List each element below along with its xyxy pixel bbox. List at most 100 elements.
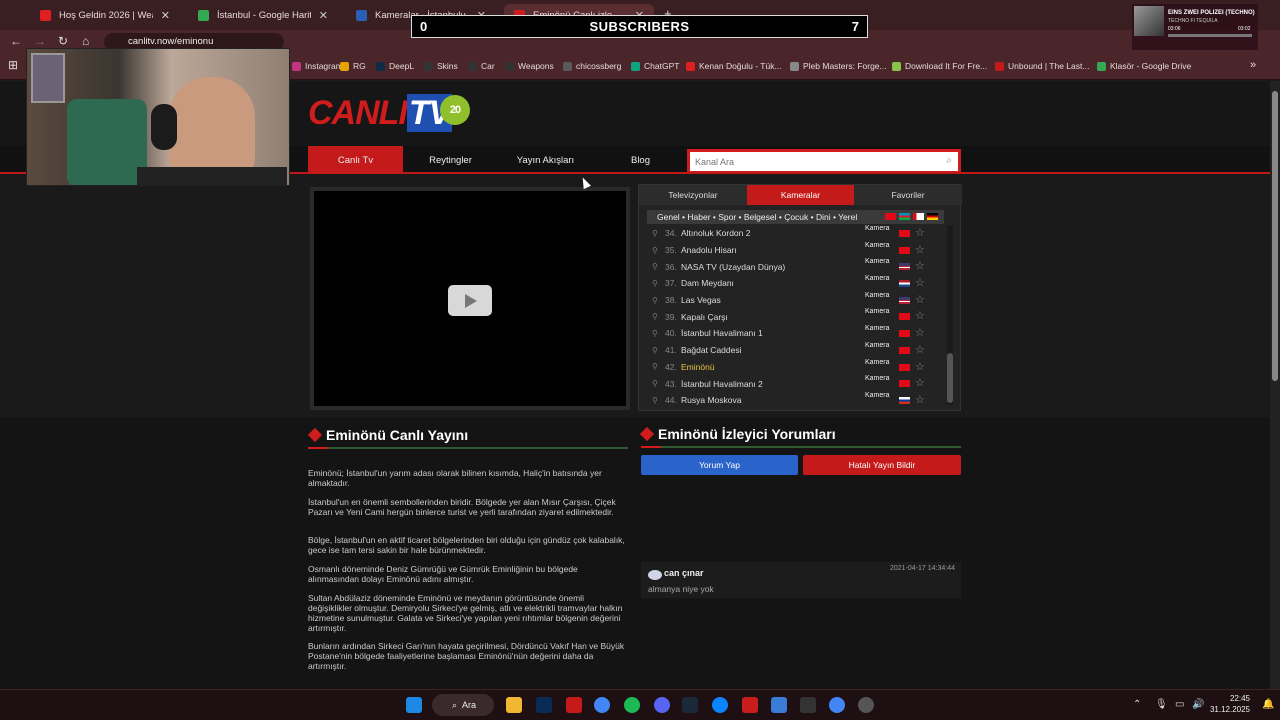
bookmark-item[interactable]: Weapons [505, 61, 554, 71]
favorite-star-icon[interactable]: ☆ [915, 326, 925, 339]
epic-games-icon[interactable] [800, 697, 816, 713]
bookmark-item[interactable]: Download It For Fre... [892, 61, 987, 71]
nav-blog[interactable]: Blog [593, 146, 688, 174]
tray-chevron-icon[interactable]: ⌃ [1133, 699, 1141, 710]
video-screen[interactable] [314, 191, 626, 406]
country-flags[interactable] [885, 213, 938, 220]
volume-icon[interactable]: 🔊 [1192, 699, 1204, 710]
channel-name[interactable]: İstanbul Havalimanı 2 [681, 379, 763, 389]
site-logo[interactable]: CANLITV 20 [308, 94, 470, 132]
channel-row[interactable]: ⚲ 40. İstanbul Havalimanı 1 Kamera ☆ [647, 325, 944, 342]
favorite-star-icon[interactable]: ☆ [915, 276, 925, 289]
write-comment-button[interactable]: Yorum Yap [641, 455, 798, 475]
chrome-icon[interactable] [594, 697, 610, 713]
file-explorer-icon[interactable] [506, 697, 522, 713]
tab-televizyonlar[interactable]: Televizyonlar [639, 185, 747, 205]
bookmark-item[interactable]: Pleb Masters: Forge... [790, 61, 887, 71]
category-filters[interactable]: Genel • Haber • Spor • Belgesel • Çocuk … [647, 210, 944, 224]
channel-row[interactable]: ⚲ 39. Kapalı Çarşı Kamera ☆ [647, 308, 944, 325]
favorite-star-icon[interactable]: ☆ [915, 243, 925, 256]
channel-name[interactable]: Las Vegas [681, 295, 721, 305]
channel-row[interactable]: ⚲ 38. Las Vegas Kamera ☆ [647, 292, 944, 309]
favorite-star-icon[interactable]: ☆ [915, 376, 925, 389]
photoshop-icon[interactable] [536, 697, 552, 713]
network-icon[interactable]: ▭ [1175, 699, 1184, 710]
close-tab-icon[interactable]: ✕ [161, 9, 170, 22]
app-icon[interactable] [712, 697, 728, 713]
channel-row[interactable]: ⚲ 37. Dam Meydanı Kamera ☆ [647, 275, 944, 292]
start-icon[interactable] [406, 697, 422, 713]
pin-icon[interactable]: ⚲ [647, 346, 661, 355]
tab-favoriler[interactable]: Favoriler [854, 185, 962, 205]
bookmark-item[interactable]: DeepL [376, 61, 414, 71]
flag-de-icon[interactable] [927, 213, 938, 220]
pin-icon[interactable]: ⚲ [647, 329, 661, 338]
page-scrollbar[interactable] [1270, 81, 1280, 689]
channel-name[interactable]: Rusya Moskova [681, 395, 741, 405]
clock[interactable]: 22:45 31.12.2025 [1210, 693, 1250, 715]
notification-icon[interactable]: 🔔 [1262, 699, 1274, 710]
pin-icon[interactable]: ⚲ [647, 362, 661, 371]
pin-icon[interactable]: ⚲ [647, 379, 661, 388]
chrome-active-icon[interactable] [829, 697, 845, 713]
favorite-star-icon[interactable]: ☆ [915, 393, 925, 406]
channel-name[interactable]: Kapalı Çarşı [681, 312, 728, 322]
bookmark-item[interactable]: RG [340, 61, 366, 71]
flag-az-icon[interactable] [899, 213, 910, 220]
channel-row[interactable]: ⚲ 42. Eminönü Kamera ☆ [647, 359, 944, 376]
steam-icon[interactable] [682, 697, 698, 713]
channel-name[interactable]: NASA TV (Uzaydan Dünya) [681, 262, 785, 272]
favorite-star-icon[interactable]: ☆ [915, 226, 925, 239]
nav-canli-tv[interactable]: Canlı Tv [308, 146, 403, 174]
pin-icon[interactable]: ⚲ [647, 262, 661, 271]
favorite-star-icon[interactable]: ☆ [915, 343, 925, 356]
channel-name[interactable]: Anadolu Hisarı [681, 245, 737, 255]
search-icon[interactable]: ⌕ [946, 155, 952, 166]
game-app-icon[interactable] [742, 697, 758, 713]
channel-name[interactable]: Altınoluk Kordon 2 [681, 228, 750, 238]
pin-icon[interactable]: ⚲ [647, 246, 661, 255]
favorite-star-icon[interactable]: ☆ [915, 360, 925, 373]
pin-icon[interactable]: ⚲ [647, 279, 661, 288]
bookmark-item[interactable]: Skins [424, 61, 458, 71]
favorite-star-icon[interactable]: ☆ [915, 259, 925, 272]
nav-yayin-akislari[interactable]: Yayın Akışları [498, 146, 593, 174]
bookmark-item[interactable]: ChatGPT [631, 61, 679, 71]
channel-row[interactable]: ⚲ 44. Rusya Moskova Kamera ☆ [647, 392, 944, 407]
play-button[interactable] [448, 285, 492, 316]
spotify-icon[interactable] [624, 697, 640, 713]
nav-reytingler[interactable]: Reytingler [403, 146, 498, 174]
filezilla-icon[interactable] [566, 697, 582, 713]
flag-cy-icon[interactable] [913, 213, 924, 220]
browser-tab[interactable]: İstanbul - Google Haritalar ✕ [188, 4, 338, 26]
discord-icon[interactable] [654, 697, 670, 713]
channel-row[interactable]: ⚲ 36. NASA TV (Uzaydan Dünya) Kamera ☆ [647, 258, 944, 275]
bookmark-item[interactable]: Unbound | The Last... [995, 61, 1089, 71]
channel-name[interactable]: Bağdat Caddesi [681, 345, 742, 355]
forward-icon[interactable]: → [34, 34, 46, 48]
bookmark-item[interactable]: Instagram [292, 61, 343, 71]
favorite-star-icon[interactable]: ☆ [915, 293, 925, 306]
video-player[interactable] [310, 187, 630, 410]
channel-row[interactable]: ⚲ 35. Anadolu Hisarı Kamera ☆ [647, 242, 944, 259]
bookmark-item[interactable]: Klasör - Google Drive [1097, 61, 1191, 71]
obs-icon[interactable] [858, 697, 874, 713]
bookmark-item[interactable]: chicossberg [563, 61, 621, 71]
microphone-icon[interactable]: 🎙 [1155, 699, 1168, 710]
back-icon[interactable]: ← [10, 34, 22, 48]
channel-row[interactable]: ⚲ 34. Altınoluk Kordon 2 Kamera ☆ [647, 225, 944, 242]
apps-grid-icon[interactable]: ⊞ [8, 58, 18, 72]
channel-name[interactable]: Dam Meydanı [681, 278, 734, 288]
browser-tab[interactable]: Hoş Geldin 2026 | Weazel Medi ✕ [30, 4, 180, 26]
taskbar-search[interactable]: ⌕ Ara [432, 694, 494, 716]
network-app-icon[interactable] [771, 697, 787, 713]
favorite-star-icon[interactable]: ☆ [915, 309, 925, 322]
channel-search-input[interactable] [690, 153, 958, 171]
channel-name[interactable]: İstanbul Havalimanı 1 [681, 328, 763, 338]
channel-row[interactable]: ⚲ 41. Bağdat Caddesi Kamera ☆ [647, 342, 944, 359]
pin-icon[interactable]: ⚲ [647, 296, 661, 305]
home-icon[interactable]: ⌂ [82, 34, 89, 48]
pin-icon[interactable]: ⚲ [647, 229, 661, 238]
more-bookmarks-icon[interactable]: » [1250, 59, 1256, 71]
pin-icon[interactable]: ⚲ [647, 396, 661, 405]
